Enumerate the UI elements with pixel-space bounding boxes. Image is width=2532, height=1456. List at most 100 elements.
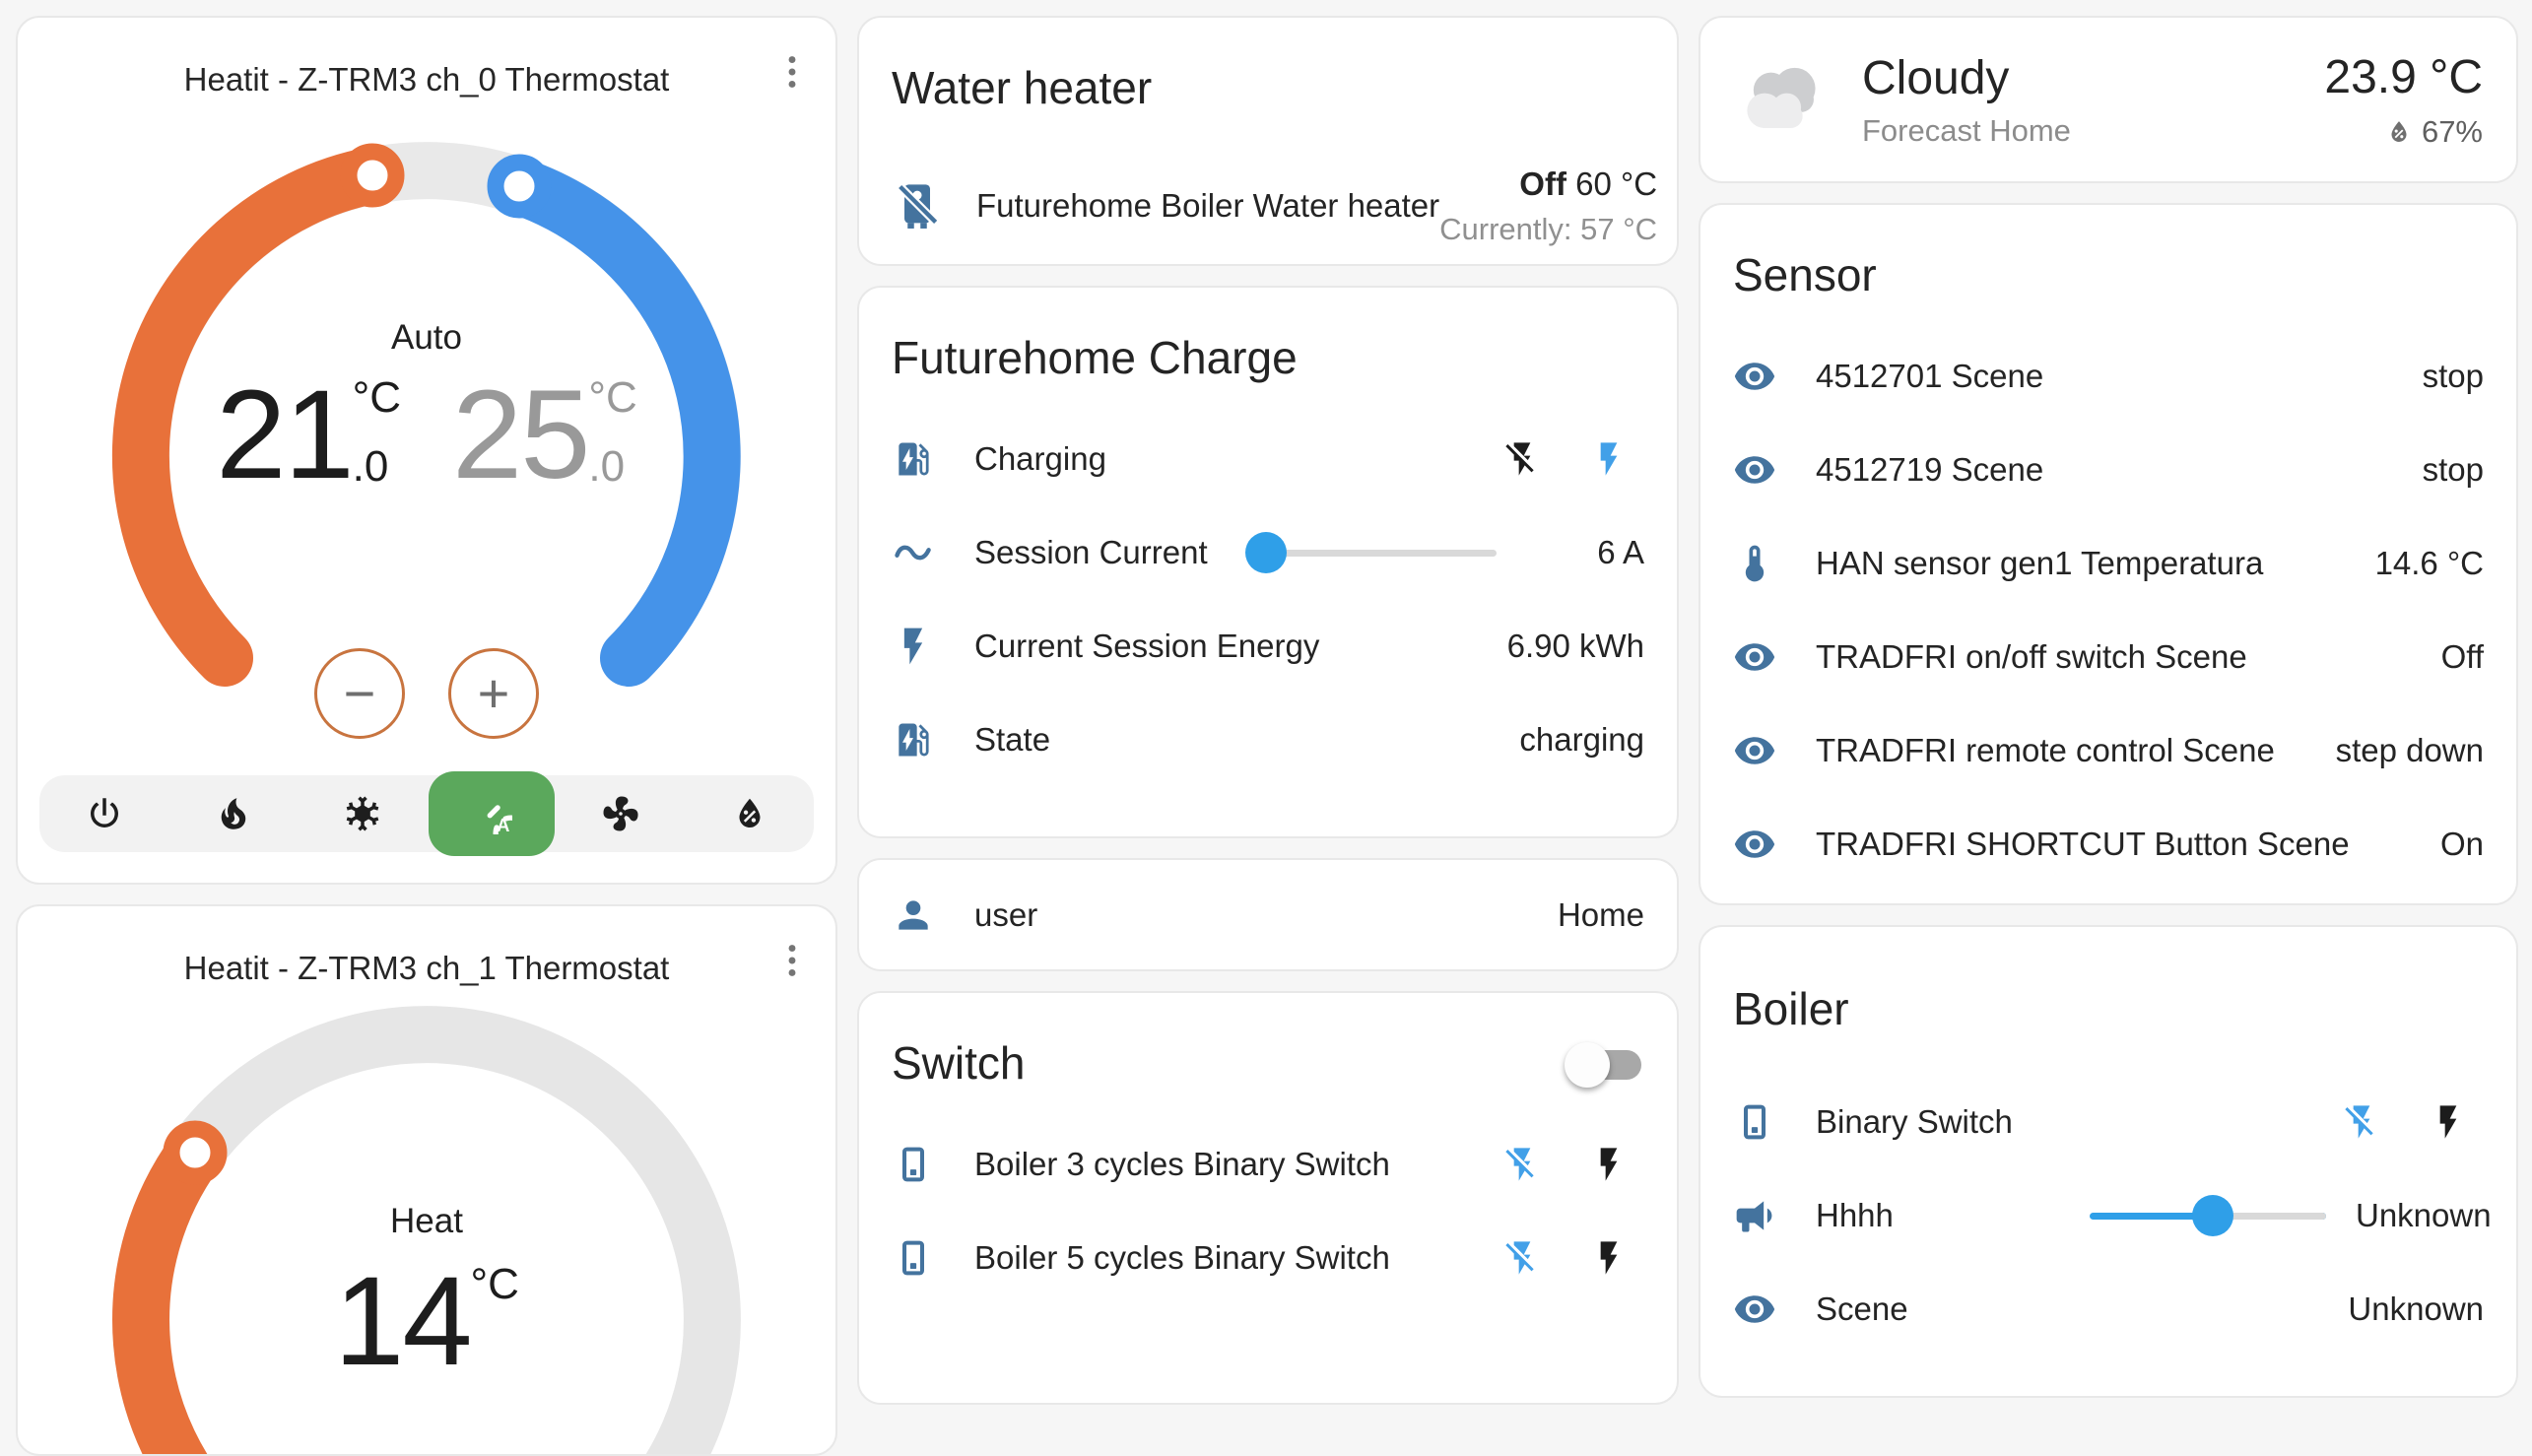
mode-button-heat[interactable] — [168, 775, 298, 852]
entity-row-tradfri-onoff[interactable]: TRADFRI on/off switch Scene Off — [1700, 610, 2516, 703]
entity-row-tradfri-shortcut[interactable]: TRADFRI SHORTCUT Button Scene On — [1700, 797, 2516, 891]
entity-row-charging[interactable]: Charging — [859, 412, 1677, 505]
flash-off-icon[interactable] — [2342, 1102, 2381, 1142]
eye-icon — [1733, 1288, 1776, 1331]
water-percent-icon — [729, 793, 770, 834]
entity-state: stop — [2365, 358, 2484, 395]
column-left: Heatit - Z-TRM3 ch_0 Thermostat Auto 21 … — [16, 16, 837, 1328]
card-title: Water heater — [859, 18, 1677, 114]
thermostat-ch0-card: Heatit - Z-TRM3 ch_0 Thermostat Auto 21 … — [16, 16, 837, 885]
entity-row-session-energy[interactable]: Current Session Energy 6.90 kWh — [859, 599, 1677, 693]
eye-icon — [1733, 635, 1776, 679]
setpoint-unit: °C — [471, 1263, 519, 1306]
flash-off-icon[interactable] — [1502, 1145, 1542, 1184]
entity-name: Session Current — [974, 534, 1246, 571]
entity-row-state[interactable]: State charging — [859, 693, 1677, 786]
mode-button-auto[interactable] — [427, 775, 556, 852]
mode-button-off[interactable] — [39, 775, 168, 852]
entity-name: TRADFRI remote control Scene — [1816, 732, 2336, 769]
weather-humidity-row: 67% — [2324, 114, 2483, 150]
entity-state: Home — [1526, 896, 1644, 934]
eye-icon — [1733, 823, 1776, 866]
sensor-card: Sensor 4512701 Scene stop 4512719 Scene … — [1699, 203, 2518, 905]
entity-name: TRADFRI SHORTCUT Button Scene — [1816, 826, 2365, 863]
flash-icon[interactable] — [1589, 1238, 1629, 1278]
setpoint-stepper: − + — [18, 648, 835, 739]
thermometer-icon — [1733, 542, 1776, 585]
thermostat-ch1-card: Heatit - Z-TRM3 ch_1 Thermostat Heat 14 … — [16, 904, 837, 1456]
toggle-knob[interactable] — [1565, 1042, 1610, 1088]
entity-row-water-heater[interactable]: Futurehome Boiler Water heater Off 60 °C… — [859, 142, 1677, 266]
hvac-mode-label: Heat — [18, 1202, 835, 1241]
entity-name: Boiler 3 cycles Binary Switch — [974, 1146, 1502, 1183]
snowflake-icon — [342, 793, 383, 834]
entity-row-user[interactable]: user Home — [859, 860, 1677, 969]
entity-row-scene-4512701[interactable]: 4512701 Scene stop — [1700, 329, 2516, 423]
entity-state: 14.6 °C — [2365, 545, 2484, 582]
account-icon — [892, 893, 935, 937]
current-temp: Currently: 57 °C — [1439, 212, 1657, 246]
entity-row-session-current[interactable]: Session Current 6 A — [859, 505, 1677, 599]
mode-button-dry[interactable] — [685, 775, 814, 852]
entity-row-boiler5[interactable]: Boiler 5 cycles Binary Switch — [859, 1211, 1677, 1304]
heat-setpoint-handle[interactable] — [349, 152, 396, 199]
entity-row-binary-switch[interactable]: Binary Switch — [1700, 1075, 2516, 1168]
slider-handle[interactable] — [2192, 1195, 2233, 1236]
entity-state: step down — [2336, 732, 2484, 769]
weather-readings: 23.9 °C 67% — [2324, 50, 2483, 150]
weather-subtitle: Forecast Home — [1862, 113, 2071, 149]
flash-icon[interactable] — [1589, 1145, 1629, 1184]
high-setpoint-value: 25 — [452, 372, 588, 498]
entity-row-boiler3[interactable]: Boiler 3 cycles Binary Switch — [859, 1117, 1677, 1211]
switch-toggle[interactable] — [1568, 1050, 1641, 1080]
entity-row-scene[interactable]: Scene Unknown — [1700, 1262, 2516, 1356]
humidity-icon — [2384, 117, 2414, 147]
card-title: Switch — [859, 993, 1677, 1090]
entity-state: 6 A — [1497, 534, 1644, 571]
ev-station-icon — [892, 718, 935, 761]
decrease-temp-button[interactable]: − — [314, 648, 405, 739]
flash-off-icon[interactable] — [1502, 439, 1542, 479]
card-title: Boiler — [1700, 927, 2516, 1035]
low-setpoint: 21 °C.0 — [216, 372, 401, 498]
heat-setpoint-handle[interactable] — [171, 1129, 219, 1176]
entity-row-hhhh[interactable]: Hhhh Unknown — [1700, 1168, 2516, 1262]
entity-row-tradfri-remote[interactable]: TRADFRI remote control Scene step down — [1700, 703, 2516, 797]
entity-name: 4512701 Scene — [1816, 358, 2365, 395]
hvac-mode-label: Auto — [18, 318, 835, 358]
current-ac-icon — [892, 531, 935, 574]
entity-name: Boiler 5 cycles Binary Switch — [974, 1239, 1502, 1277]
flash-icon[interactable] — [1589, 439, 1629, 479]
fire-icon — [213, 793, 254, 834]
mode-button-cool[interactable] — [298, 775, 427, 852]
dial-track — [141, 1034, 712, 1456]
entity-name: Charging — [974, 440, 1502, 478]
flash-off-icon[interactable] — [1502, 1238, 1542, 1278]
power-icon — [84, 793, 125, 834]
cool-setpoint-handle[interactable] — [496, 163, 543, 210]
binary-switch-icon — [892, 1143, 935, 1186]
entity-row-scene-4512719[interactable]: 4512719 Scene stop — [1700, 423, 2516, 516]
entity-state: Off 60 °C Currently: 57 °C — [1439, 162, 1657, 251]
flash-icon[interactable] — [2429, 1102, 2468, 1142]
state-text: Off — [1519, 165, 1566, 202]
setpoint: 14 °C — [334, 1259, 519, 1385]
high-setpoint-frac: .0 — [588, 445, 636, 489]
slider-handle[interactable] — [1245, 532, 1287, 573]
switch-card: Switch Boiler 3 cycles Binary Switch Boi… — [857, 991, 1679, 1405]
weather-card[interactable]: Cloudy Forecast Home 23.9 °C 67% — [1699, 16, 2518, 183]
hhhh-slider[interactable] — [2090, 1196, 2326, 1235]
entity-row-han-temperature[interactable]: HAN sensor gen1 Temperatura 14.6 °C — [1700, 516, 2516, 610]
setpoint-temps: 21 °C.0 25 °C.0 — [18, 372, 835, 498]
dashboard: Heatit - Z-TRM3 ch_0 Thermostat Auto 21 … — [0, 0, 2532, 1328]
entity-name: HAN sensor gen1 Temperatura — [1816, 545, 2365, 582]
bullhorn-icon — [1733, 1194, 1776, 1237]
binary-switch-icon — [1733, 1100, 1776, 1144]
session-current-slider[interactable] — [1246, 533, 1497, 572]
eye-icon — [1733, 729, 1776, 772]
entity-name: Binary Switch — [1816, 1103, 2342, 1141]
weather-temperature: 23.9 °C — [2324, 50, 2483, 104]
increase-temp-button[interactable]: + — [448, 648, 539, 739]
card-title: Sensor — [1700, 205, 2516, 301]
mode-button-fan[interactable] — [556, 775, 685, 852]
